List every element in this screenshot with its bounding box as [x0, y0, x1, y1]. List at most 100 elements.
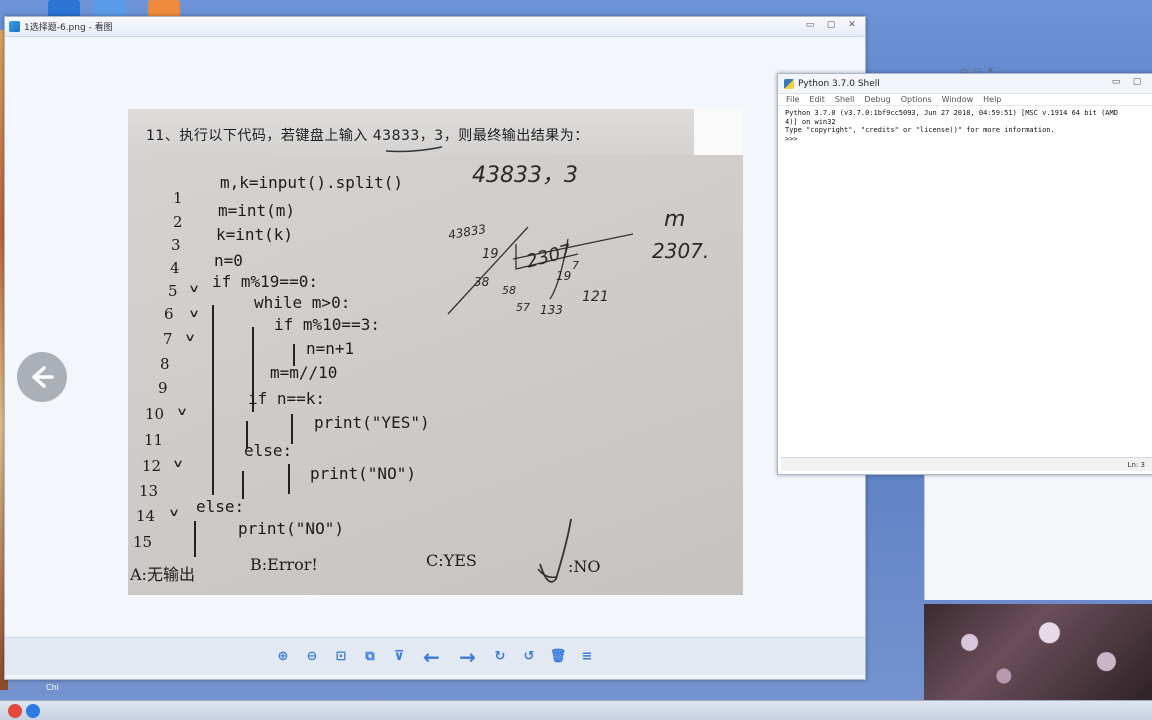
code-line: print("NO") — [238, 519, 344, 538]
fit-icon[interactable]: ⊡ — [334, 649, 349, 665]
line-number: 3 — [171, 236, 181, 254]
indent-guide — [242, 471, 244, 499]
handwritten-number: 57 — [516, 301, 530, 314]
menu-window[interactable]: Window — [942, 95, 974, 104]
fold-chevron-icon: ∨ — [167, 506, 181, 519]
zoom-in-icon[interactable]: ⊕ — [276, 649, 291, 665]
menu-edit[interactable]: Edit — [809, 95, 825, 104]
handwritten-number: 38 — [474, 275, 490, 289]
handwritten-m-value: 2307. — [652, 239, 710, 263]
taskbar-app-icon[interactable] — [26, 704, 40, 718]
line-number: 13 — [139, 482, 159, 500]
line-number: 6 — [164, 305, 174, 323]
python-shell-window: Python 3.7.0 Shell ▭ ▢ File Edit Shell D… — [777, 73, 1152, 475]
minimize-icon[interactable]: ▭ — [1107, 75, 1125, 89]
shell-titlebar[interactable]: Python 3.7.0 Shell ▭ ▢ — [778, 74, 1152, 94]
shell-status-bar: Ln: 3 — [781, 457, 1152, 471]
handwritten-input: 43833，3 — [472, 163, 578, 188]
code-line: m=int(m) — [218, 201, 296, 220]
background-window — [924, 470, 1152, 600]
maximize-icon[interactable]: ▢ — [1128, 75, 1146, 89]
delete-icon[interactable]: 🗑 — [550, 649, 567, 665]
option-c: C:YES — [426, 551, 477, 570]
fold-chevron-icon: ∨ — [175, 405, 189, 418]
rotate-right-icon[interactable]: ↻ — [493, 649, 508, 665]
taskbar-label[interactable]: Chi — [46, 683, 59, 692]
handwritten-number: 121 — [582, 289, 609, 305]
shell-output[interactable]: Python 3.7.0 (v3.7.0:1bf9cc5093, Jun 27 … — [778, 106, 1152, 146]
handwritten-number: 19 — [556, 269, 572, 283]
line-number: 9 — [158, 379, 168, 397]
fold-chevron-icon: ∨ — [187, 282, 201, 295]
fold-chevron-icon: ∨ — [171, 457, 185, 470]
open-folder-icon[interactable]: ⧉ — [363, 649, 378, 665]
code-line: while m>0: — [254, 293, 351, 312]
taskbar: Chi — [0, 683, 1152, 720]
handwritten-number: 19 — [482, 247, 499, 262]
indent-guide — [291, 414, 293, 444]
line-number: 2 — [173, 213, 183, 231]
code-line: m=m//10 — [270, 363, 338, 382]
code-line: if m%10==3: — [274, 315, 380, 334]
shell-menubar: File Edit Shell Debug Options Window Hel… — [778, 94, 1152, 106]
image-canvas: 11、执行以下代码，若键盘上输入 43833，3，则最终输出结果为： 1 2 3… — [5, 37, 865, 635]
arrow-left-icon — [32, 366, 54, 388]
code-line: print("YES") — [314, 413, 430, 432]
shell-line: Python 3.7.0 (v3.7.0:1bf9cc5093, Jun 27 … — [785, 109, 1118, 117]
code-line: m,k=input().split() — [220, 173, 404, 192]
viewer-toolbar: ⊕ ⊖ ⊡ ⧉ ⊽ ← → ↻ ↺ 🗑 ≡ — [5, 637, 865, 675]
code-line: if n==k: — [248, 389, 326, 408]
rotate-left-icon[interactable]: ↺ — [522, 649, 537, 665]
close-icon[interactable]: ✕ — [843, 18, 861, 32]
handwritten-number: 7 — [572, 259, 579, 272]
code-line: if m%19==0: — [212, 272, 318, 291]
code-line: else: — [244, 441, 293, 460]
handwritten-number: 133 — [540, 303, 563, 317]
menu-options[interactable]: Options — [901, 95, 932, 104]
menu-icon[interactable]: ≡ — [580, 649, 595, 665]
handwritten-number: 58 — [502, 284, 516, 297]
previous-image-button[interactable] — [17, 352, 67, 402]
shell-prompt: >>> — [785, 134, 802, 143]
zoom-out-icon[interactable]: ⊖ — [305, 649, 320, 665]
line-number: 10 — [145, 405, 165, 423]
next-icon[interactable]: → — [457, 645, 479, 669]
code-line: else: — [196, 497, 245, 516]
option-d: :NO — [568, 557, 601, 576]
fold-chevron-icon: ∨ — [183, 331, 197, 344]
image-viewer-window: 1选择题-6.png - 看图 ▭ ▢ ✕ 11、执行以下代码，若键盘上输入 4… — [4, 16, 866, 680]
handwritten-m-label: m — [664, 207, 686, 232]
indent-guide — [194, 521, 196, 557]
indent-guide — [212, 305, 214, 495]
prev-icon[interactable]: ← — [421, 645, 443, 669]
viewer-title: 1选择题-6.png - 看图 — [24, 23, 113, 33]
fold-chevron-icon: ∨ — [187, 307, 201, 320]
code-line: n=0 — [214, 251, 243, 270]
code-line: print("NO") — [310, 464, 416, 483]
option-a: A:无输出 — [130, 565, 195, 584]
indent-guide — [288, 464, 290, 494]
slideshow-icon[interactable]: ⊽ — [392, 649, 407, 665]
line-number: 1 — [173, 189, 183, 207]
line-number: 15 — [133, 533, 153, 551]
menu-shell[interactable]: Shell — [835, 95, 855, 104]
menu-help[interactable]: Help — [983, 95, 1001, 104]
minimize-icon[interactable]: ▭ — [801, 18, 819, 32]
menu-debug[interactable]: Debug — [864, 95, 890, 104]
python-icon — [784, 78, 794, 89]
maximize-icon[interactable]: ▢ — [822, 18, 840, 32]
option-b: B:Error! — [250, 555, 318, 574]
start-icon[interactable] — [8, 704, 22, 718]
shell-line: Type "copyright", "credits" or "license(… — [785, 126, 1055, 134]
line-number: 14 — [136, 507, 156, 525]
menu-file[interactable]: File — [786, 95, 799, 104]
desktop-photo — [924, 604, 1152, 700]
line-number: 8 — [160, 355, 170, 373]
viewer-titlebar[interactable]: 1选择题-6.png - 看图 ▭ ▢ ✕ — [5, 17, 865, 37]
line-number: 4 — [170, 259, 180, 277]
test-paper-photo: 11、执行以下代码，若键盘上输入 43833，3，则最终输出结果为： 1 2 3… — [128, 109, 743, 595]
shell-title: Python 3.7.0 Shell — [798, 78, 880, 89]
line-number: 11 — [144, 431, 164, 449]
line-number: 12 — [142, 457, 162, 475]
line-number: 7 — [163, 330, 173, 348]
